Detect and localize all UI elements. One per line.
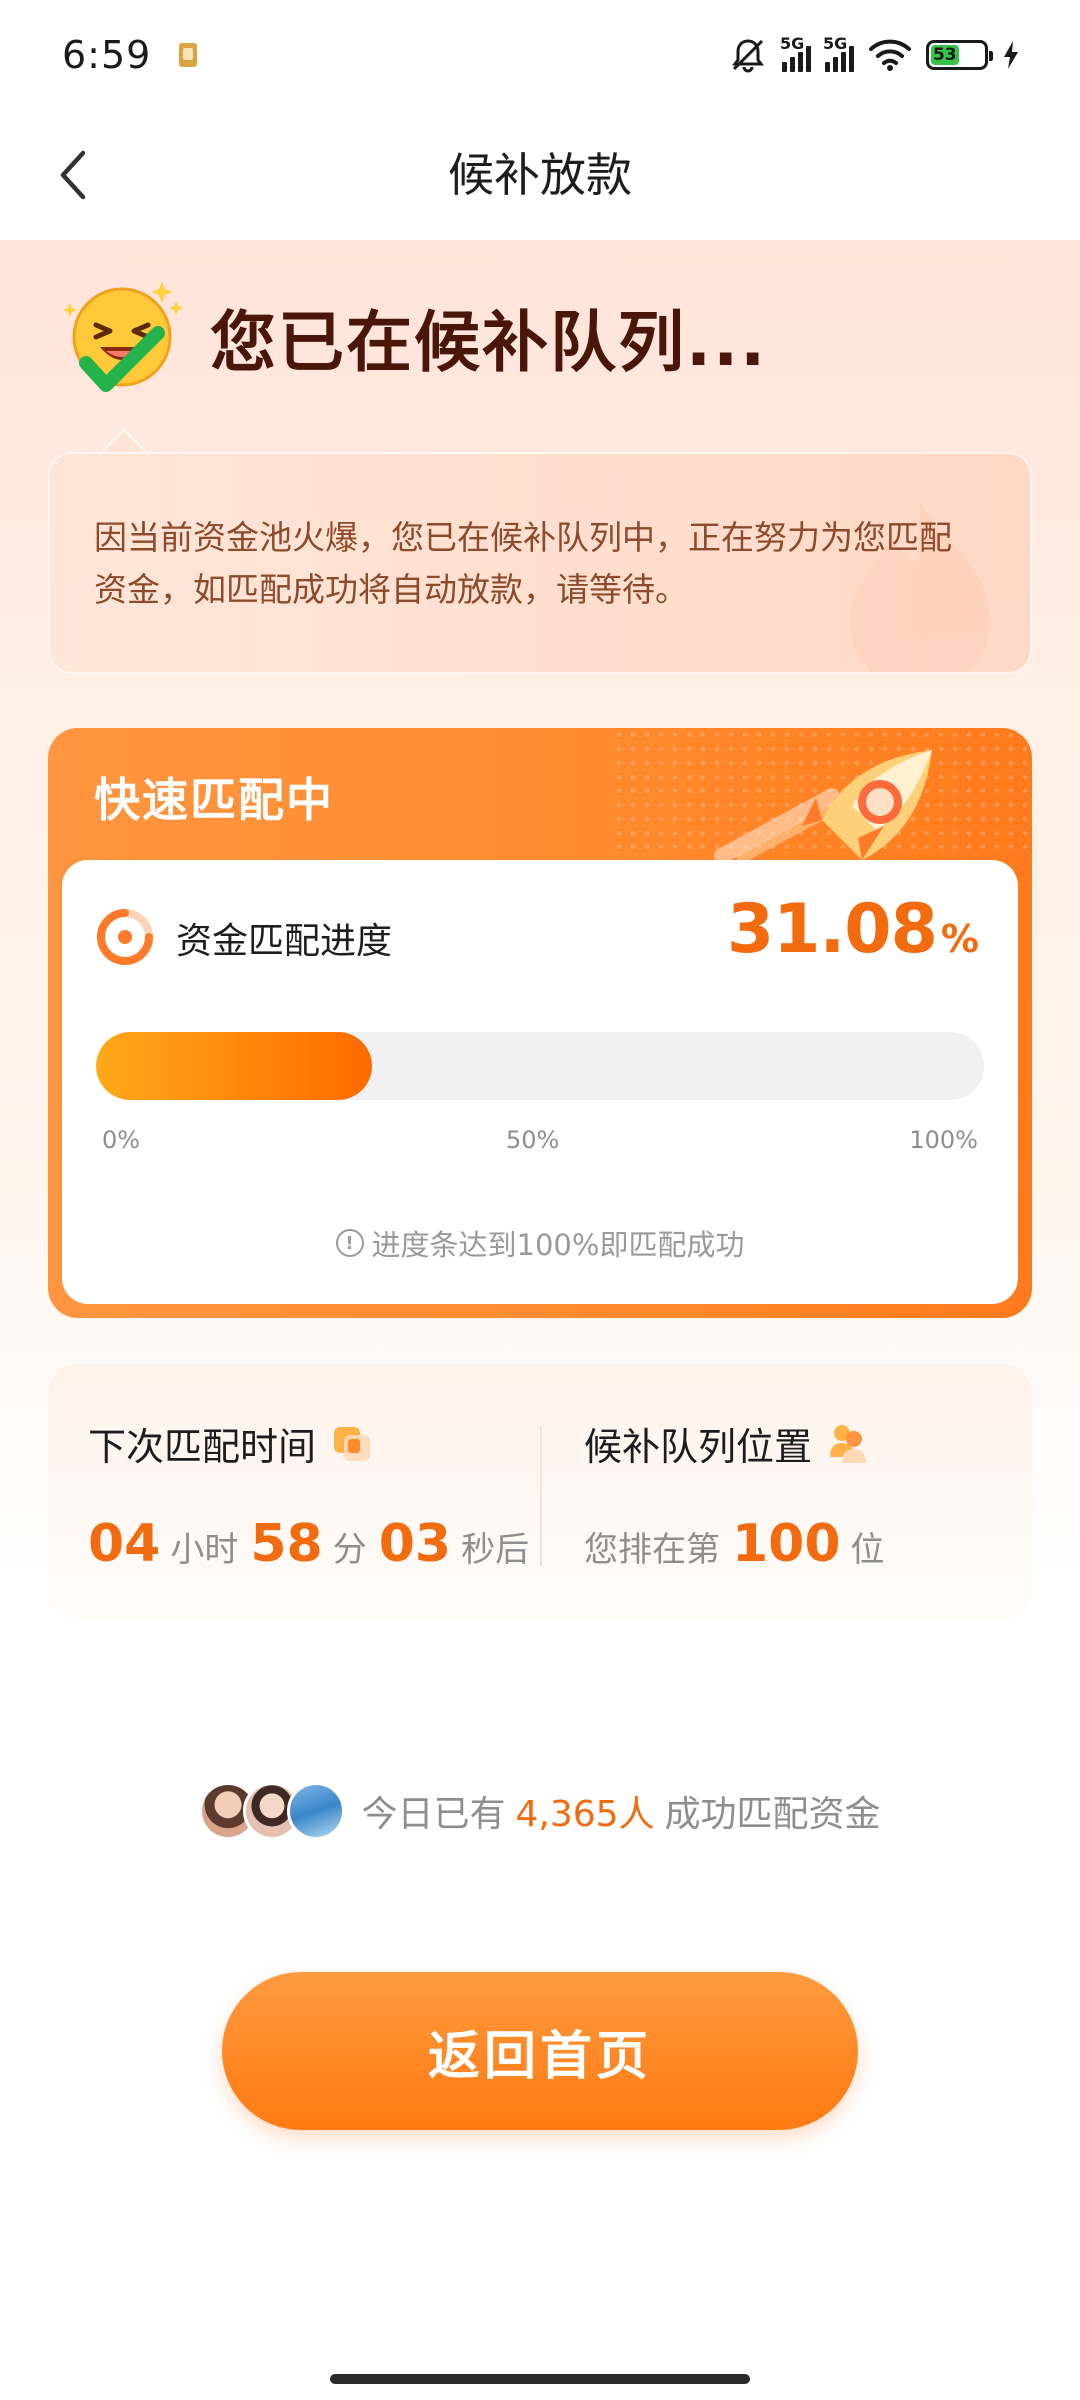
- progress-note-text: 进度条达到100%即匹配成功: [371, 1228, 745, 1262]
- home-indicator[interactable]: [330, 2374, 750, 2384]
- progress-number: 31.08: [726, 890, 938, 969]
- status-bar: 6:59 5G 5G 53: [0, 0, 1080, 110]
- page-title: 候补放款: [448, 148, 632, 202]
- progress-ring-icon: [96, 908, 154, 966]
- progress-unit: %: [940, 917, 979, 961]
- countdown-hours-unit: 小时: [170, 1530, 239, 1570]
- wifi-icon: [868, 38, 912, 72]
- countdown-seconds: 03: [378, 1514, 452, 1574]
- timer-card: 下次匹配时间 04 小时 58 分 03 秒后 候补队列位置 您排在第 100 …: [48, 1364, 1032, 1620]
- countdown-seconds-unit: 秒后: [461, 1530, 530, 1570]
- tick-label-0: 0%: [102, 1126, 141, 1154]
- network-type-2: 5G: [823, 34, 848, 53]
- progress-value: 31.08%: [726, 890, 979, 969]
- countdown: 04 小时 58 分 03 秒后: [88, 1514, 541, 1574]
- timer-divider: [540, 1426, 542, 1566]
- countdown-minutes-unit: 分: [332, 1530, 367, 1570]
- bell-muted-icon: [728, 35, 768, 75]
- next-match-title: 下次匹配时间: [88, 1416, 376, 1471]
- notice-bubble: 因当前资金池火爆，您已在候补队列中，正在努力为您匹配资金，如匹配成功将自动放款，…: [48, 452, 1032, 674]
- status-time: 6:59: [62, 33, 152, 77]
- match-card-title: 快速匹配中: [94, 773, 334, 827]
- page: 6:59 5G 5G 53 候补放款 您已在候补队列... 因当前资金池火爆，您…: [0, 0, 1080, 2400]
- today-stats: 今日已有 4,365人 成功匹配资金: [0, 1776, 1080, 1846]
- match-progress-panel: 资金匹配进度 31.08% 0% 50% 100% ! 进度条达到100%即匹配…: [62, 860, 1018, 1304]
- nav-bar: 候补放款: [0, 110, 1080, 240]
- clock-cards-icon: [330, 1421, 376, 1467]
- sim-card-icon: [179, 43, 198, 67]
- next-match-section: 下次匹配时间 04 小时 58 分 03 秒后: [88, 1364, 529, 1620]
- avatar-group: [199, 1782, 346, 1840]
- hero-title: 您已在候补队列...: [210, 304, 768, 381]
- countdown-hours: 04: [88, 1514, 161, 1574]
- network-type: 5G: [780, 34, 805, 53]
- queue-position-number: 100: [732, 1514, 841, 1574]
- queue-position-title: 候补队列位置: [584, 1416, 872, 1471]
- content: 您已在候补队列... 因当前资金池火爆，您已在候补队列中，正在努力为您匹配资金，…: [0, 240, 1080, 2400]
- charging-bolt-icon: [1002, 40, 1020, 70]
- queue-position-section: 候补队列位置 您排在第 100 位: [584, 1364, 1004, 1620]
- countdown-minutes: 58: [250, 1514, 323, 1574]
- hero: 您已在候补队列...: [56, 272, 1024, 402]
- signal-1-icon: 5G: [780, 34, 811, 72]
- queue-position: 您排在第 100 位: [584, 1514, 897, 1574]
- progress-label: 资金匹配进度: [176, 921, 393, 962]
- next-match-title-text: 下次匹配时间: [88, 1425, 317, 1469]
- battery-level: 53: [931, 45, 959, 65]
- info-icon: !: [335, 1229, 364, 1257]
- people-icon: [826, 1421, 872, 1467]
- rocket-icon: [702, 736, 962, 866]
- status-left: 6:59: [62, 33, 198, 77]
- tick-label-50: 50%: [506, 1126, 560, 1154]
- progress-note: ! 进度条达到100%即匹配成功: [62, 1222, 1018, 1264]
- laughing-check-emoji-icon: [56, 267, 196, 407]
- today-suffix: 成功匹配资金: [664, 1794, 881, 1835]
- progress-fill: [96, 1032, 372, 1100]
- queue-prefix: 您排在第: [584, 1530, 720, 1570]
- progress-track: [96, 1032, 984, 1100]
- today-prefix: 今日已有: [361, 1794, 506, 1835]
- battery-icon: 53: [926, 40, 993, 70]
- tick-label-100: 100%: [909, 1126, 978, 1154]
- avatar: [287, 1782, 346, 1840]
- queue-position-title-text: 候补队列位置: [584, 1425, 813, 1469]
- signal-2-icon: 5G: [823, 34, 854, 72]
- queue-suffix: 位: [850, 1530, 885, 1570]
- status-right: 5G 5G 53: [728, 34, 1020, 75]
- return-home-button[interactable]: 返回首页: [222, 1972, 858, 2130]
- notice-text: 因当前资金池火爆，您已在候补队列中，正在努力为您匹配资金，如匹配成功将自动放款，…: [94, 518, 952, 609]
- today-count: 4,365人: [515, 1794, 655, 1835]
- match-card: 快速匹配中 资金匹配进度 31.08 % 0% 50% 100% ! 进度条达到…: [48, 728, 1032, 1318]
